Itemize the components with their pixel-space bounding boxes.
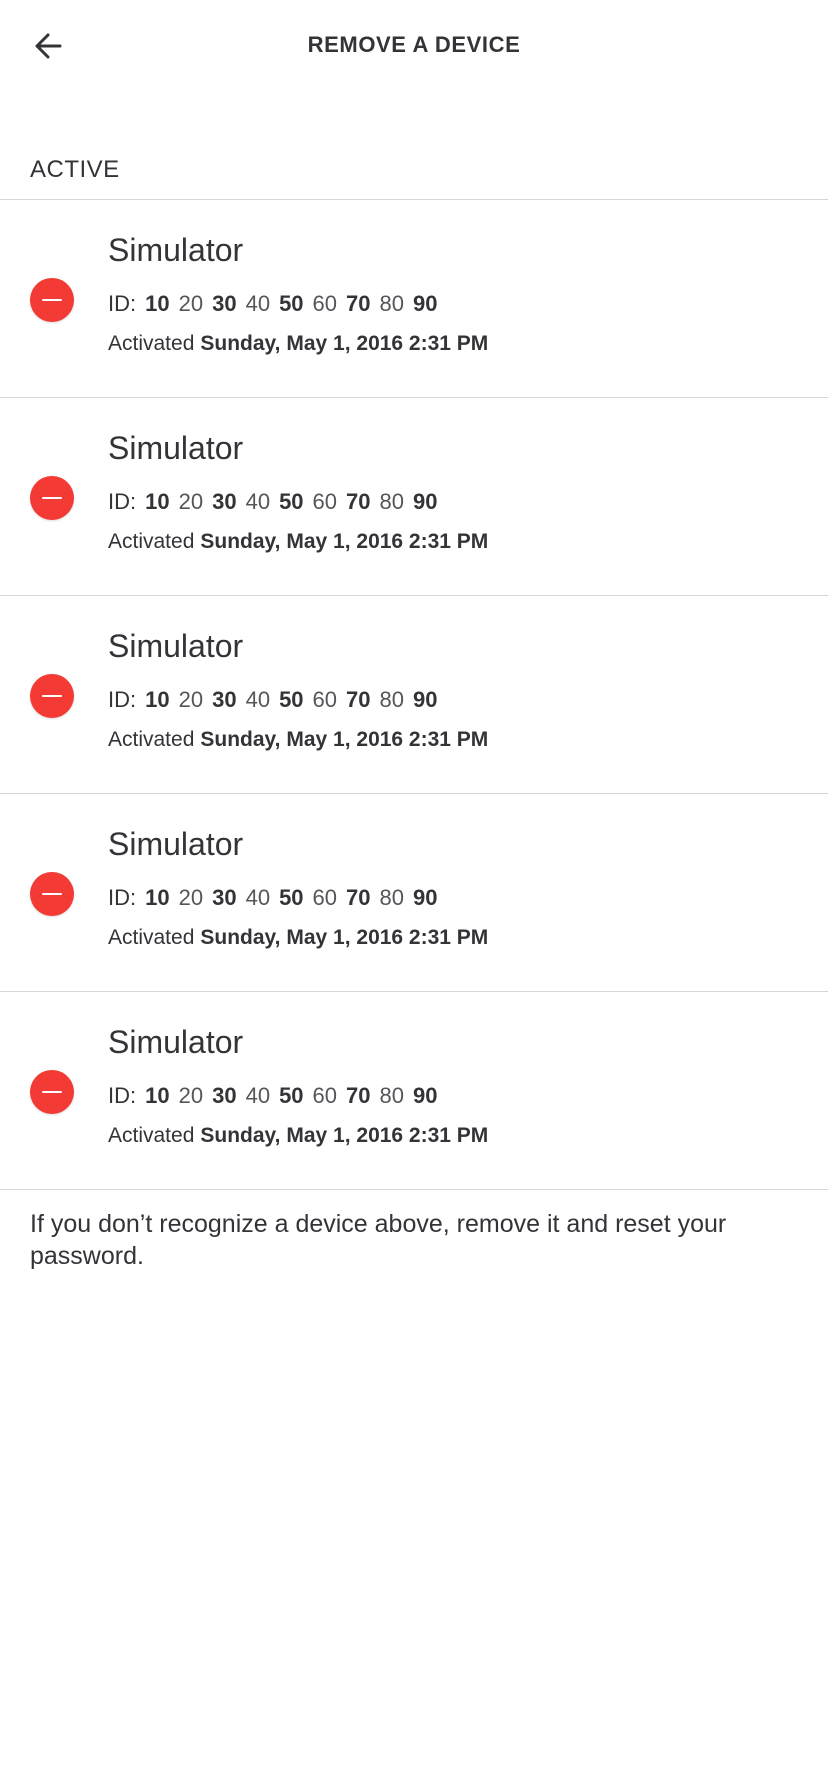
device-id-segment: 10 bbox=[145, 489, 170, 514]
device-id-segment: 30 bbox=[212, 885, 237, 910]
device-activated: Activated Sunday, May 1, 2016 2:31 PM bbox=[108, 530, 488, 554]
device-id-segment: 70 bbox=[346, 687, 371, 712]
minus-circle-icon bbox=[42, 299, 62, 301]
activated-label: Activated bbox=[108, 926, 195, 949]
device-id-segment: 60 bbox=[312, 885, 338, 910]
device-activated: Activated Sunday, May 1, 2016 2:31 PM bbox=[108, 1124, 488, 1148]
device-id-segment: 90 bbox=[413, 885, 438, 910]
activated-label: Activated bbox=[108, 332, 195, 355]
device-id-segment: 10 bbox=[145, 885, 170, 910]
activated-label: Activated bbox=[108, 1124, 195, 1147]
device-row: Simulator ID: 10 20 30 40 50 60 70 80 90 Activate… bbox=[0, 200, 828, 398]
device-id-segment: 30 bbox=[212, 291, 237, 316]
device-id-segment: 40 bbox=[245, 1083, 271, 1108]
device-id-segment: 40 bbox=[245, 687, 271, 712]
device-id-segment: 10 bbox=[145, 291, 170, 316]
device-id-segment: 60 bbox=[312, 1083, 338, 1108]
device-id-segment: 80 bbox=[379, 489, 404, 514]
remove-device-button[interactable] bbox=[30, 278, 74, 322]
device-id-segment: 70 bbox=[346, 885, 371, 910]
device-id-segment: 60 bbox=[312, 687, 338, 712]
device-row: Simulator ID: 10 20 30 40 50 60 70 80 90 Activate… bbox=[0, 992, 828, 1190]
device-id-segment: 80 bbox=[379, 291, 404, 316]
device-id-segment: 70 bbox=[346, 291, 371, 316]
device-id: ID: 10 20 30 40 50 60 70 80 90 bbox=[108, 687, 437, 713]
device-id-segment: 50 bbox=[279, 489, 304, 514]
device-name: Simulator bbox=[108, 628, 244, 664]
device-id-label: ID: bbox=[108, 687, 137, 712]
device-id-label: ID: bbox=[108, 291, 137, 316]
device-id-segment: 20 bbox=[178, 291, 204, 316]
activated-date: Sunday, May 1, 2016 2:31 PM bbox=[200, 926, 489, 949]
minus-circle-icon bbox=[42, 893, 62, 895]
minus-circle-icon bbox=[42, 1091, 62, 1093]
device-activated: Activated Sunday, May 1, 2016 2:31 PM bbox=[108, 926, 488, 950]
header-bar: REMOVE A DEVICE bbox=[0, 0, 828, 92]
device-id-segment: 90 bbox=[413, 291, 438, 316]
device-name: Simulator bbox=[108, 826, 244, 862]
activated-date: Sunday, May 1, 2016 2:31 PM bbox=[200, 728, 489, 751]
device-activated: Activated Sunday, May 1, 2016 2:31 PM bbox=[108, 728, 488, 752]
activated-label: Activated bbox=[108, 728, 195, 751]
device-id: ID: 10 20 30 40 50 60 70 80 90 bbox=[108, 1083, 437, 1109]
device-id-segment: 10 bbox=[145, 687, 170, 712]
device-id-segment: 90 bbox=[413, 687, 438, 712]
device-id-label: ID: bbox=[108, 489, 137, 514]
activated-date: Sunday, May 1, 2016 2:31 PM bbox=[200, 1124, 489, 1147]
footer-note: If you don’t recognize a device above, r… bbox=[30, 1210, 727, 1270]
device-id: ID: 10 20 30 40 50 60 70 80 90 bbox=[108, 291, 437, 317]
device-id-segment: 40 bbox=[245, 885, 271, 910]
device-id-segment: 30 bbox=[212, 1083, 237, 1108]
device-id-segment: 40 bbox=[245, 291, 271, 316]
device-id-segment: 30 bbox=[212, 489, 237, 514]
device-row: Simulator ID: 10 20 30 40 50 60 70 80 90 Activate… bbox=[0, 398, 828, 596]
device-id-segment: 50 bbox=[279, 885, 304, 910]
minus-circle-icon bbox=[42, 695, 62, 697]
device-id-segment: 20 bbox=[178, 1083, 204, 1108]
device-id-segment: 40 bbox=[245, 489, 271, 514]
device-id-segment: 50 bbox=[279, 1083, 304, 1108]
remove-device-button[interactable] bbox=[30, 674, 74, 718]
device-id-segment: 80 bbox=[379, 885, 404, 910]
device-id-segment: 70 bbox=[346, 489, 371, 514]
device-id-segment: 70 bbox=[346, 1083, 371, 1108]
device-id-label: ID: bbox=[108, 1083, 137, 1108]
activated-label: Activated bbox=[108, 530, 195, 553]
remove-device-button[interactable] bbox=[30, 872, 74, 916]
device-id-segment: 50 bbox=[279, 687, 304, 712]
device-id-segment: 80 bbox=[379, 1083, 404, 1108]
device-name: Simulator bbox=[108, 430, 244, 466]
device-row: Simulator ID: 10 20 30 40 50 60 70 80 90 Activate… bbox=[0, 596, 828, 794]
device-name: Simulator bbox=[108, 1024, 244, 1060]
device-id-segment: 20 bbox=[178, 489, 204, 514]
device-activated: Activated Sunday, May 1, 2016 2:31 PM bbox=[108, 332, 488, 356]
activated-date: Sunday, May 1, 2016 2:31 PM bbox=[200, 332, 489, 355]
activated-date: Sunday, May 1, 2016 2:31 PM bbox=[200, 530, 489, 553]
device-id-label: ID: bbox=[108, 885, 137, 910]
device-id-segment: 20 bbox=[178, 687, 204, 712]
device-id-segment: 90 bbox=[413, 489, 438, 514]
device-row: Simulator ID: 10 20 30 40 50 60 70 80 90 Activate… bbox=[0, 794, 828, 992]
device-id-segment: 90 bbox=[413, 1083, 438, 1108]
section-label-active: ACTIVE bbox=[30, 156, 120, 183]
device-id-segment: 10 bbox=[145, 1083, 170, 1108]
minus-circle-icon bbox=[42, 497, 62, 499]
device-id-segment: 60 bbox=[312, 291, 338, 316]
device-id-segment: 50 bbox=[279, 291, 304, 316]
device-id: ID: 10 20 30 40 50 60 70 80 90 bbox=[108, 885, 437, 911]
device-id-segment: 80 bbox=[379, 687, 404, 712]
remove-device-button[interactable] bbox=[30, 476, 74, 520]
remove-device-button[interactable] bbox=[30, 1070, 74, 1114]
device-id-segment: 20 bbox=[178, 885, 204, 910]
device-id-segment: 30 bbox=[212, 687, 237, 712]
device-id-segment: 60 bbox=[312, 489, 338, 514]
device-name: Simulator bbox=[108, 232, 244, 268]
page-title: REMOVE A DEVICE bbox=[307, 32, 521, 57]
device-list: Simulator ID: 10 20 30 40 50 60 70 80 90 Activate… bbox=[0, 199, 828, 1190]
device-id: ID: 10 20 30 40 50 60 70 80 90 bbox=[108, 489, 437, 515]
